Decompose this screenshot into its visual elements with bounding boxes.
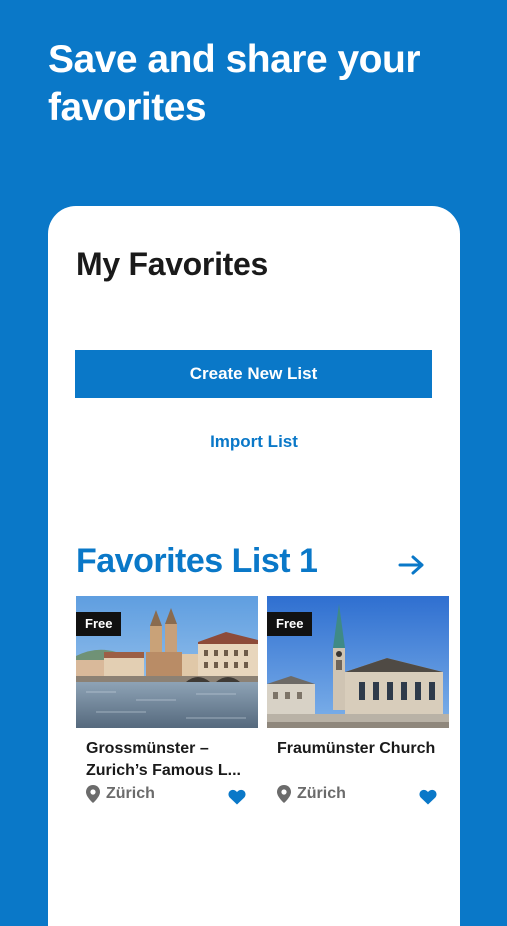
heart-icon[interactable] [228,789,246,805]
favorites-list-title[interactable]: Favorites List 1 [76,542,318,581]
item-location-text: Zürich [106,785,155,802]
favorites-screen: My Favorites Create New List Import List… [48,206,460,926]
item-title-line-2: Zurich’s Famous L... [86,762,241,779]
promo-headline: Save and share your favorites [48,36,468,132]
promo-headline-line-1: Save and share your [48,38,421,81]
item-title[interactable]: Grossmünster – Zurich’s Famous L... [86,738,251,782]
free-badge: Free [76,612,122,636]
free-badge: Free [267,612,313,636]
item-title-line-1: Grossmünster – [86,740,209,757]
list-item[interactable]: Free Grossmünster – Zurich’s Famous L...… [76,596,258,816]
location-pin-icon [86,785,100,803]
favorites-list-header[interactable]: Favorites List 1 [76,542,426,588]
promo-headline-line-2: favorites [48,86,207,129]
item-location: Zürich [86,785,155,803]
fraumunster-photo[interactable]: Free [267,596,449,728]
grossmunster-photo[interactable]: Free [76,596,258,728]
item-location-text: Zürich [297,785,346,802]
arrow-right-icon[interactable] [398,554,426,576]
create-new-list-button[interactable]: Create New List [75,350,432,398]
favorites-list-items: Free Grossmünster – Zurich’s Famous L...… [76,596,451,816]
item-title-line-1: Fraumünster Church [277,740,436,757]
import-list-link[interactable]: Import List [48,432,460,452]
item-title[interactable]: Fraumünster Church [277,738,442,760]
page-title: My Favorites [76,246,269,282]
list-item[interactable]: Free Fraumünster Church Zürich [267,596,449,816]
item-location: Zürich [277,785,346,803]
location-pin-icon [277,785,291,803]
heart-icon[interactable] [419,789,437,805]
